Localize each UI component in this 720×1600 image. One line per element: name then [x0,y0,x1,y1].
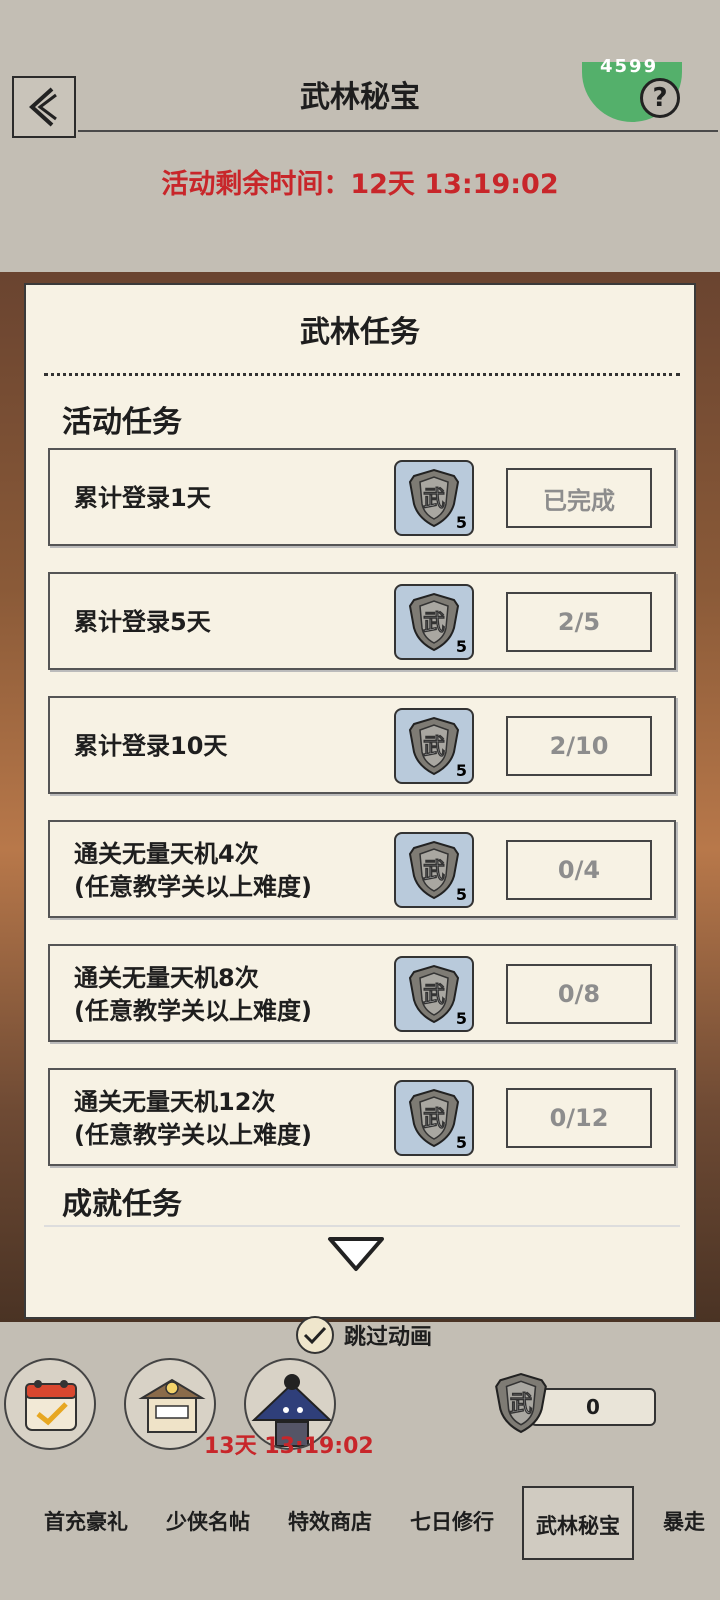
dotted-divider [44,373,680,376]
reward-item[interactable]: 武 5 [394,956,474,1032]
section-title-activity: 活动任务 [62,405,182,440]
panel-bottom-divider [44,1225,680,1227]
reward-item[interactable]: 武 5 [394,832,474,908]
svg-text:武: 武 [423,859,445,884]
scroll-down-arrow-icon[interactable] [326,1235,386,1275]
skip-animation-label: 跳过动画 [344,1325,433,1350]
task-status[interactable]: 已完成 [506,468,652,528]
svg-text:武: 武 [423,487,445,512]
calendar-checkin-button[interactable] [4,1358,96,1450]
task-name: 通关无量天机4次 (任意教学关以上难度) [74,838,312,904]
task-status[interactable]: 0/4 [506,840,652,900]
tab-seven-day-training[interactable]: 七日修行 [400,1484,504,1560]
reward-item[interactable]: 武 5 [394,1080,474,1156]
task-row: 通关无量天机12次 (任意教学关以上难度) 武 5 0/12 [48,1068,676,1166]
task-name-line2: (任意教学关以上难度) [74,997,312,1025]
top-bar: 武林秘宝 4599 ? 活动剩余时间：12天 13:19:02 [0,0,720,272]
task-name: 通关无量天机8次 (任意教学关以上难度) [74,962,312,1028]
reward-item[interactable]: 武 5 [394,708,474,784]
task-row: 通关无量天机4次 (任意教学关以上难度) 武 5 0/4 [48,820,676,918]
errands-shop-button[interactable] [124,1358,216,1450]
svg-text:武: 武 [423,983,445,1008]
task-name: 累计登录10天 [74,732,228,760]
reward-quantity: 5 [455,885,467,904]
task-status[interactable]: 0/12 [506,1088,652,1148]
section-title-achievement: 成就任务 [62,1187,182,1222]
task-status[interactable]: 0/8 [506,964,652,1024]
task-row: 累计登录5天 武 5 2/5 [48,572,676,670]
martial-tasks-panel: 武林任务 活动任务 累计登录1天 武 5 已完成 累计登录5天 武 5 2/5 … [24,283,696,1319]
shield-token-icon: 武 [495,1372,547,1434]
svg-text:武: 武 [510,1391,533,1417]
task-row: 通关无量天机8次 (任意教学关以上难度) 武 5 0/8 [48,944,676,1042]
reward-item[interactable]: 武 5 [394,584,474,660]
event-tabs: 首充豪礼 少侠名帖 特效商店 七日修行 武林秘宝 暴走 [0,1484,720,1560]
task-name-line1: 通关无量天机8次 [74,964,259,992]
reward-quantity: 5 [455,761,467,780]
skip-animation-toggle[interactable]: 跳过动画 [296,1316,432,1354]
martial-token-counter: 0 武 [490,1370,660,1440]
task-name-line1: 通关无量天机12次 [74,1088,276,1116]
calendar-check-icon [25,1380,77,1431]
task-name-line1: 通关无量天机4次 [74,840,259,868]
tab-first-recharge[interactable]: 首充豪礼 [34,1484,138,1560]
svg-text:武: 武 [423,1107,445,1132]
tab-hero-card[interactable]: 少侠名帖 [156,1484,260,1560]
task-name: 累计登录5天 [74,608,211,636]
svg-text:武: 武 [423,611,445,636]
task-status[interactable]: 2/5 [506,592,652,652]
title-divider [78,130,718,132]
task-name-line2: (任意教学关以上难度) [74,873,312,901]
svg-text:武: 武 [423,735,445,760]
task-row: 累计登录1天 武 5 已完成 [48,448,676,546]
task-name: 累计登录1天 [74,484,211,512]
reward-quantity: 5 [455,513,467,532]
reward-quantity: 5 [455,1133,467,1152]
tab-effects-shop[interactable]: 特效商店 [278,1484,382,1560]
panel-title: 武林任务 [300,315,420,350]
checkbox-checked-icon [296,1316,334,1354]
task-name: 通关无量天机12次 (任意教学关以上难度) [74,1086,312,1152]
reward-quantity: 5 [455,1009,467,1028]
help-button[interactable]: ? [640,78,680,118]
tab-rampage[interactable]: 暴走 [648,1484,720,1560]
event-countdown: 13天 13:19:02 [204,1434,374,1459]
reward-quantity: 5 [455,637,467,656]
tab-martial-treasure[interactable]: 武林秘宝 [522,1486,634,1560]
activity-remaining-time: 活动剩余时间：12天 13:19:02 [161,169,559,200]
task-row: 累计登录10天 武 5 2/10 [48,696,676,794]
shop-building-icon [138,1378,206,1433]
reward-item[interactable]: 武 5 [394,460,474,536]
task-name-line2: (任意教学关以上难度) [74,1121,312,1149]
task-status[interactable]: 2/10 [506,716,652,776]
points-badge-text: 4599 [600,56,659,77]
